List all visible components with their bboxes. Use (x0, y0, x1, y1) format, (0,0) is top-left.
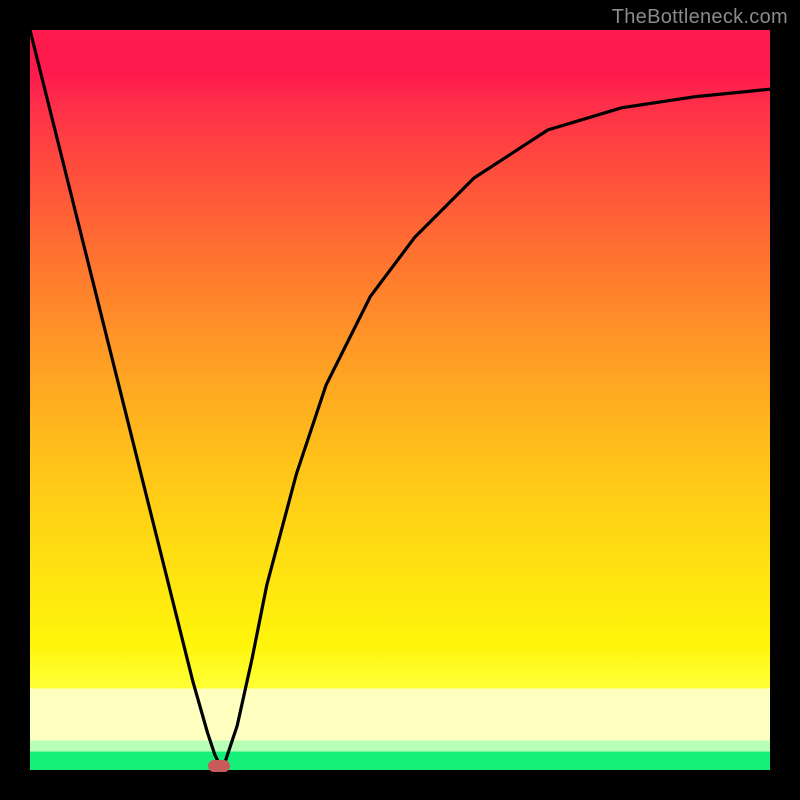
watermark-text: TheBottleneck.com (612, 6, 788, 29)
plot-area (30, 30, 770, 770)
chart-frame: TheBottleneck.com (0, 0, 800, 800)
optimal-point-marker (208, 760, 230, 772)
bottleneck-curve-path (30, 30, 770, 770)
curve-svg (30, 30, 770, 770)
